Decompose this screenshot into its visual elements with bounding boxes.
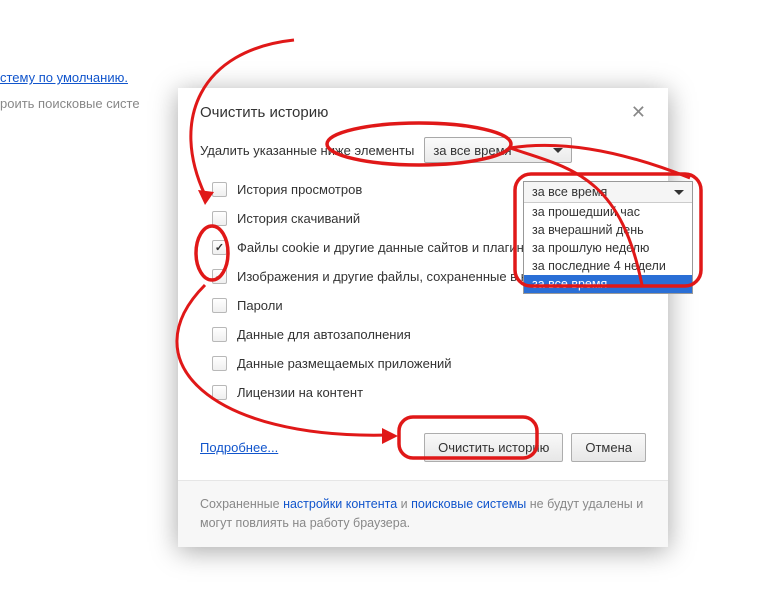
checkbox-label: История просмотров [237, 182, 362, 197]
bg-default-link[interactable]: стему по умолчанию. [0, 70, 128, 85]
checkbox[interactable] [212, 385, 227, 400]
time-range-select[interactable]: за все время [424, 137, 572, 163]
bg-text: роить поисковые систе [0, 96, 140, 111]
cancel-button[interactable]: Отмена [571, 433, 646, 462]
dialog-actions: Подробнее... Очистить историю Отмена [178, 415, 668, 480]
checkbox-label: Изображения и другие файлы, сохраненные … [237, 269, 551, 284]
time-range-dropdown[interactable]: за все время за прошедший часза вчерашни… [523, 181, 693, 294]
more-link[interactable]: Подробнее... [200, 440, 278, 455]
dropdown-option[interactable]: за последние 4 недели [524, 257, 692, 275]
dialog-title: Очистить историю [200, 104, 328, 121]
footer-text-1: Сохраненные [200, 497, 283, 511]
close-icon[interactable]: ✕ [627, 102, 650, 123]
checkbox-row[interactable]: Пароли [200, 291, 646, 320]
checkbox[interactable] [212, 327, 227, 342]
checkbox-row[interactable]: Данные размещаемых приложений [200, 349, 646, 378]
dialog-footer: Сохраненные настройки контента и поисков… [178, 480, 668, 547]
checkbox-label: Данные размещаемых приложений [237, 356, 452, 371]
time-range-value: за все время [433, 143, 511, 158]
checkbox[interactable] [212, 356, 227, 371]
dialog-header: Очистить историю ✕ [178, 88, 668, 133]
chevron-down-icon [674, 190, 684, 195]
checkbox-label: Пароли [237, 298, 283, 313]
chevron-down-icon [553, 148, 563, 153]
checkbox-label: История скачиваний [237, 211, 360, 226]
checkbox-label: Данные для автозаполнения [237, 327, 411, 342]
checkbox[interactable] [212, 182, 227, 197]
checkbox-label: Файлы cookie и другие данные сайтов и пл… [237, 240, 538, 255]
dropdown-current[interactable]: за все время [524, 182, 692, 203]
search-engines-link[interactable]: поисковые системы [411, 497, 526, 511]
prompt-row: Удалить указанные ниже элементы за все в… [200, 137, 646, 163]
checkbox[interactable] [212, 211, 227, 226]
clear-history-button[interactable]: Очистить историю [424, 433, 563, 462]
footer-text-2: и [397, 497, 411, 511]
dropdown-option[interactable]: за вчерашний день [524, 221, 692, 239]
checkbox[interactable] [212, 269, 227, 284]
prompt-label: Удалить указанные ниже элементы [200, 143, 414, 158]
checkbox-row[interactable]: Лицензии на контент [200, 378, 646, 407]
dropdown-option[interactable]: за прошедший час [524, 203, 692, 221]
clear-history-dialog: Очистить историю ✕ Удалить указанные ниж… [178, 88, 668, 547]
checkbox-row[interactable]: Данные для автозаполнения [200, 320, 646, 349]
dropdown-option[interactable]: за прошлую неделю [524, 239, 692, 257]
checkbox[interactable] [212, 298, 227, 313]
checkbox-label: Лицензии на контент [237, 385, 363, 400]
dropdown-current-label: за все время [532, 185, 607, 199]
content-settings-link[interactable]: настройки контента [283, 497, 397, 511]
dropdown-option[interactable]: за все время [524, 275, 692, 293]
checkbox[interactable] [212, 240, 227, 255]
